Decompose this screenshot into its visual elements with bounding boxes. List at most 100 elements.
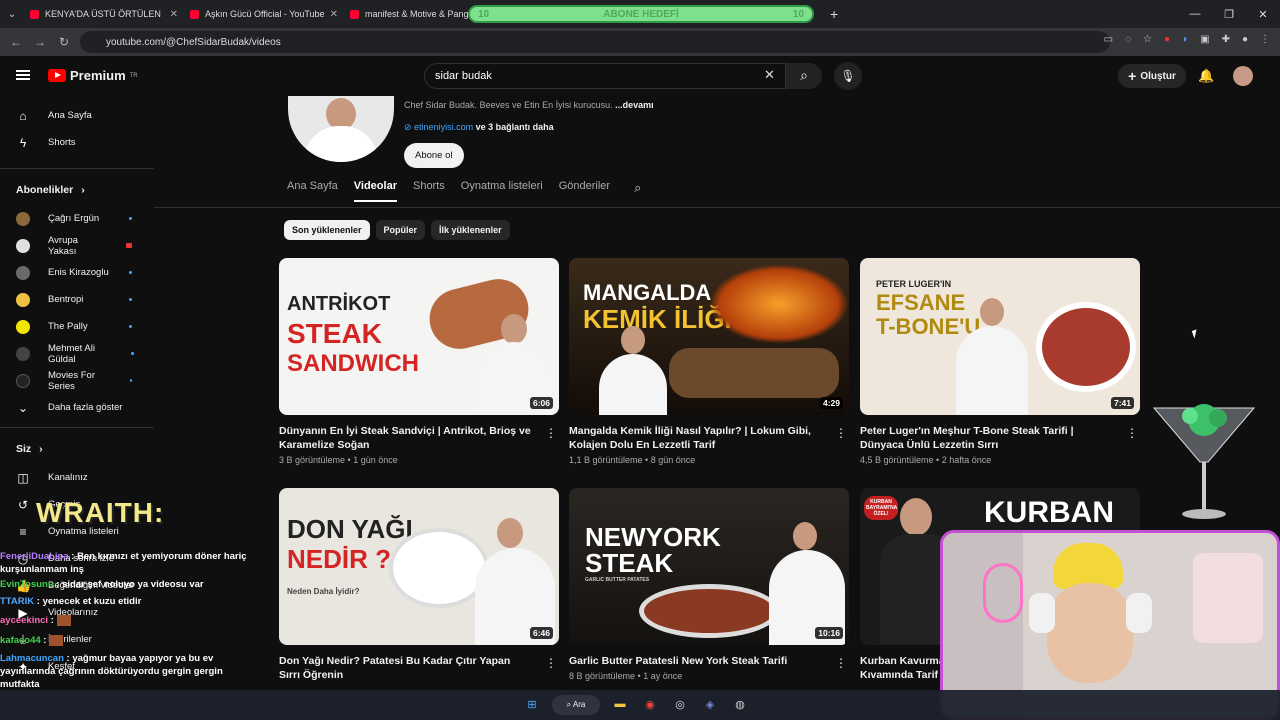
video-title[interactable]: Peter Luger'ın Meşhur T-Bone Steak Tarif… (860, 424, 1115, 452)
channel-avatar (16, 292, 30, 307)
tab-home[interactable]: Ana Sayfa (287, 180, 338, 202)
extension-blue-icon[interactable]: ◗ (1182, 34, 1188, 45)
extension-red-icon[interactable]: ● (1164, 34, 1170, 45)
new-tab-icon[interactable]: + (830, 6, 838, 22)
channel-search-icon[interactable]: ⌕ (634, 180, 641, 202)
video-card[interactable]: PETER LUGER'IN EFSANE T-BONE'U 7:41 Pete… (860, 258, 1140, 465)
eye-off-icon[interactable]: ◌ (1125, 34, 1131, 45)
bookmark-star-icon[interactable]: ☆ (1143, 34, 1152, 45)
account-avatar[interactable] (1233, 66, 1253, 86)
channel-description[interactable]: Chef Sidar Budak. Beeves ve Etin En İyis… (404, 100, 654, 110)
sidebar-item-subscription[interactable]: Mehmet Ali Güldal (0, 340, 154, 367)
video-thumbnail[interactable]: DON YAĞI NEDİR ? Neden Daha İyidir? 6:46 (279, 488, 559, 645)
menu-kebab-icon[interactable]: ⋮ (1260, 34, 1270, 45)
video-thumbnail[interactable]: MANGALDA KEMİK İLİĞİ 4:29 (569, 258, 849, 415)
video-age: 1 gün önce (353, 455, 398, 465)
subscribe-button[interactable]: Abone ol (404, 143, 464, 168)
close-window-icon[interactable]: ✕ (1246, 8, 1280, 21)
voice-search-button[interactable]: 🎙 (834, 62, 862, 90)
url-field[interactable]: youtube.com/@ChefSidarBudak/videos (80, 31, 1110, 53)
channel-avatar-large[interactable] (288, 96, 394, 162)
tab-shorts[interactable]: Shorts (413, 180, 445, 202)
video-title[interactable]: Don Yağı Nedir? Patatesi Bu Kadar Çıtır … (279, 654, 534, 682)
video-thumbnail[interactable]: NEWYORK STEAK GARLIC BUTTER PATATES 10:1… (569, 488, 849, 645)
extension-icon[interactable]: ▣ (1200, 34, 1209, 45)
description-more-link[interactable]: ...devamı (615, 100, 654, 110)
subscriptions-title: Abonelikler (16, 184, 74, 196)
video-title[interactable]: Dünyanın En İyi Steak Sandviçi | Antriko… (279, 424, 534, 452)
sidebar-item-subscription[interactable]: Çağrı Ergün (0, 205, 154, 232)
discord-icon[interactable]: ◈ (700, 695, 720, 715)
video-card[interactable]: DON YAĞI NEDİR ? Neden Daha İyidir? 6:46… (279, 488, 559, 682)
video-card[interactable]: MANGALDA KEMİK İLİĞİ 4:29 Mangalda Kemik… (569, 258, 849, 465)
video-menu-kebab-icon[interactable]: ⋮ (835, 656, 847, 670)
sidebar-item-subscription[interactable]: Movies For Series (0, 367, 154, 394)
steam-icon[interactable]: ◍ (730, 695, 750, 715)
sidebar-item-subscription[interactable]: Avrupa Yakası (0, 232, 154, 259)
close-tab-icon[interactable]: ✕ (330, 9, 338, 20)
reload-icon[interactable]: ↻ (52, 35, 76, 49)
you-header[interactable]: Siz › (0, 434, 154, 464)
video-card[interactable]: ANTRİKOT STEAK SANDWICH 6:06 Dünyanın En… (279, 258, 559, 465)
chrome-icon[interactable]: ◉ (640, 695, 660, 715)
tab-posts[interactable]: Gönderiler (559, 180, 610, 202)
browser-tab-2[interactable]: Aşkın Gücü Official - YouTube ✕ (184, 2, 344, 26)
hamburger-menu-icon[interactable] (16, 70, 30, 80)
youtube-premium-logo[interactable]: Premium TR (48, 68, 138, 83)
puzzle-icon[interactable]: ✚ (1222, 34, 1230, 45)
tab-list-button[interactable]: ⌄ (0, 9, 24, 20)
profile-icon[interactable]: ● (1242, 34, 1248, 45)
channel-avatar (16, 238, 30, 253)
sidebar-item-shorts[interactable]: ϟ Shorts (0, 129, 154, 156)
channel-link-text[interactable]: etineniyisi.com (414, 122, 473, 132)
windows-start-icon[interactable]: ⊞ (522, 695, 542, 715)
back-icon[interactable]: ← (4, 35, 28, 49)
chip-latest[interactable]: Son yüklenenler (284, 220, 370, 240)
more-links-text[interactable]: ve 3 bağlantı daha (473, 122, 554, 132)
tab-videos[interactable]: Videolar (353, 180, 397, 202)
microphone-icon: 🎙 (840, 69, 856, 83)
taskbar-search[interactable]: ⌕ Ara (552, 695, 600, 715)
sidebar-item-subscription[interactable]: Bentropi (0, 286, 154, 313)
sidebar-item-home[interactable]: ⌂ Ana Sayfa (0, 102, 154, 129)
thumbnail-text: SANDWICH (287, 350, 419, 377)
create-label: Oluştur (1140, 70, 1176, 82)
chat-message: FenerliDuaLipa : Ben kırmızı et yemiyoru… (0, 550, 250, 576)
chip-oldest[interactable]: İlk yüklenenler (431, 220, 510, 240)
video-thumbnail[interactable]: PETER LUGER'IN EFSANE T-BONE'U 7:41 (860, 258, 1140, 415)
notifications-bell-icon[interactable]: 🔔 (1198, 68, 1214, 84)
show-more-button[interactable]: ⌄ Daha fazla göster (0, 394, 154, 421)
search-input[interactable]: sidar budak (424, 63, 786, 89)
channel-links[interactable]: ⊘ etineniyisi.com ve 3 bağlantı daha (404, 122, 554, 133)
obs-icon[interactable]: ◎ (670, 695, 690, 715)
restore-icon[interactable]: ❐ (1212, 8, 1246, 21)
video-card[interactable]: NEWYORK STEAK GARLIC BUTTER PATATES 10:1… (569, 488, 849, 681)
chat-message: TTARIK : yenecek et kuzu etidir (0, 595, 250, 608)
video-menu-kebab-icon[interactable]: ⋮ (545, 426, 557, 440)
chip-popular[interactable]: Popüler (375, 220, 426, 240)
sidebar-item-your-channel[interactable]: ◫ Kanalınız (0, 464, 154, 491)
sidebar-item-subscription[interactable]: Enis Kirazoglu (0, 259, 154, 286)
video-title[interactable]: Mangalda Kemik İliği Nasıl Yapılır? | Lo… (569, 424, 824, 452)
minimize-icon[interactable]: — (1178, 8, 1212, 20)
browser-tab-1[interactable]: KENYA'DA ÜSTÜ ÖRTÜLEN KOR ✕ (24, 2, 184, 26)
create-button[interactable]: + Oluştur (1118, 64, 1186, 88)
forward-icon[interactable]: → (28, 35, 52, 49)
taskbar-search-label: Ara (572, 700, 586, 709)
sidebar-item-subscription[interactable]: The Pally (0, 313, 154, 340)
video-menu-kebab-icon[interactable]: ⋮ (545, 656, 557, 670)
shorts-icon: ϟ (19, 135, 27, 150)
file-explorer-icon[interactable]: ▬ (610, 695, 630, 715)
tab-playlists[interactable]: Oynatma listeleri (461, 180, 543, 202)
video-title[interactable]: Garlic Butter Patatesli New York Steak T… (569, 654, 824, 668)
clear-search-icon[interactable]: ✕ (764, 67, 775, 83)
video-menu-kebab-icon[interactable]: ⋮ (1126, 426, 1138, 440)
subscriptions-header[interactable]: Abonelikler › (0, 175, 154, 205)
video-menu-kebab-icon[interactable]: ⋮ (835, 426, 847, 440)
search-button[interactable]: ⌕ (786, 63, 822, 89)
video-thumbnail[interactable]: ANTRİKOT STEAK SANDWICH 6:06 (279, 258, 559, 415)
sidebar-item-label: Ana Sayfa (48, 110, 92, 121)
close-tab-icon[interactable]: ✕ (170, 9, 178, 20)
cast-icon[interactable]: ▭ (1104, 34, 1113, 45)
home-icon: ⌂ (19, 108, 27, 123)
